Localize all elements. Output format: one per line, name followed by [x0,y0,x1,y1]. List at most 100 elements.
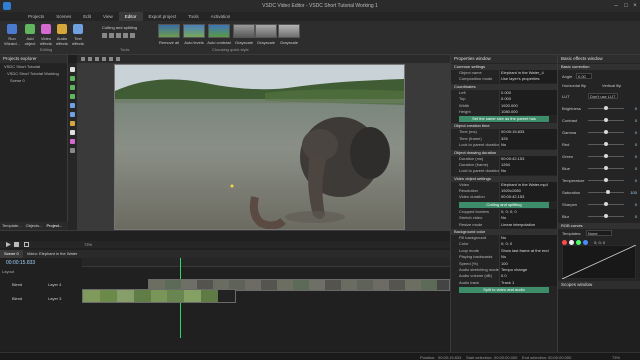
effect-slider-row[interactable]: Temperature 0 [558,174,640,186]
prop-lock-parent[interactable]: Lock to parent duration No [451,142,557,149]
canvas-zoom[interactable]: 73% [84,242,92,247]
minimize-icon[interactable]: – [612,2,620,10]
quick-style-grayscale-3[interactable] [278,24,300,38]
prop-value[interactable]: Track 1 [499,279,557,287]
effect-slider-value[interactable]: 0 [627,166,637,171]
tab-templates[interactable]: Template... [0,222,24,230]
stop-icon[interactable] [14,242,19,247]
effect-slider-value[interactable]: 0 [627,214,637,219]
tab-scene-0[interactable]: Scene 0 [0,250,23,258]
menu-activation[interactable]: Activation [205,12,237,21]
video-preview[interactable] [114,64,405,230]
set-same-size-button[interactable]: Set the same size as the parent has [459,116,549,123]
rgb-curve-graph[interactable] [562,245,636,279]
effect-slider-row[interactable]: Blur 0 [558,210,640,222]
prop-value[interactable]: Linear interpolation [499,221,557,229]
track-blend-mode[interactable]: Blend [12,282,22,287]
lut-select[interactable]: Don't use LUT [588,93,618,99]
vertical-flip-checkbox[interactable]: Vertical flip [602,83,621,88]
play-icon[interactable] [6,242,11,247]
text-tool-icon[interactable] [70,130,75,135]
quick-style-grayscale-2[interactable] [255,24,277,38]
effect-slider-value[interactable]: 100 [627,190,637,195]
prop-resize-mode[interactable]: Resize mode Linear interpolation [451,221,557,229]
quick-style-auto-contrast[interactable] [208,24,230,38]
cutting-splitting-label[interactable]: Cutting and splitting [102,25,137,30]
prop-value[interactable]: No [499,168,557,175]
prop-audio-track[interactable]: Audio track Track 1 [451,279,557,287]
video-clip-layer3[interactable] [82,289,236,303]
maximize-icon[interactable]: □ [622,2,630,10]
video-effects-button[interactable]: Video effects [40,24,52,46]
image-tool-icon[interactable] [70,103,75,108]
effect-slider-knob[interactable] [604,130,608,134]
tree-item-working[interactable]: VSDC Short Tutorial Working [0,70,67,77]
effect-slider-row[interactable]: Brightness 0 [558,102,640,114]
prop-lock-duration[interactable]: Lock to parent duration No [451,168,557,175]
effect-slider-knob[interactable] [605,190,610,194]
video-tool-icon[interactable] [70,112,75,117]
quick-style-remove-all[interactable] [158,24,180,38]
prop-value[interactable]: 1080.000 [499,108,557,116]
text-effects-button[interactable]: Text effects [72,24,84,46]
rotate-icon[interactable] [109,33,114,38]
effect-slider-row[interactable]: Blue 0 [558,162,640,174]
menu-editor[interactable]: Editor [118,12,143,21]
effect-slider-value[interactable]: 0 [627,106,637,111]
run-wizard-button[interactable]: Run Wizard... [4,24,20,46]
effect-slider-knob[interactable] [604,202,608,206]
prop-height[interactable]: Height 1080.000 [451,108,557,116]
rectangle-tool-icon[interactable] [70,85,75,90]
crop-icon[interactable] [102,33,107,38]
effect-slider-row[interactable]: Green 0 [558,150,640,162]
align-icon[interactable] [116,57,120,61]
menu-scenes[interactable]: Scenes [50,12,77,21]
effect-slider-value[interactable]: 0 [627,178,637,183]
effect-slider-value[interactable]: 0 [627,202,637,207]
quick-style-grayscale-1[interactable] [233,24,255,38]
audio-tool-icon[interactable] [70,121,75,126]
menu-view[interactable]: View [97,12,119,21]
effect-slider-value[interactable]: 0 [627,154,637,159]
effect-slider-value[interactable]: 0 [627,118,637,123]
add-object-button[interactable]: Add object [24,24,36,46]
prop-value[interactable]: 00:00:42.153 [499,194,557,201]
redo-icon[interactable] [88,57,92,61]
quick-style-auto-levels[interactable] [183,24,205,38]
menu-tools[interactable]: Tools [182,12,205,21]
prop-value[interactable]: No [499,142,557,149]
chart-tool-icon[interactable] [70,139,75,144]
track-blend-mode[interactable]: Blend [12,296,22,301]
effect-slider-knob[interactable] [604,142,608,146]
effect-slider-knob[interactable] [604,178,608,182]
prop-composition-mode[interactable]: Composition mode Use layer's properties [451,76,557,83]
horizontal-flip-checkbox[interactable]: Horizontal flip [562,83,586,88]
copy-icon[interactable] [102,57,106,61]
effect-slider-row[interactable]: Saturation 100 [558,186,640,198]
effect-slider-row[interactable]: Contrast 0 [558,114,640,126]
close-icon[interactable]: × [631,2,639,10]
track-header-layer3[interactable]: Blend Layer 3 [0,293,82,305]
prev-frame-icon[interactable] [24,242,29,247]
effect-slider-knob[interactable] [604,166,608,170]
effect-slider-value[interactable]: 0 [627,130,637,135]
sprite-tool-icon[interactable] [70,148,75,153]
ellipse-tool-icon[interactable] [70,94,75,99]
pointer-tool-icon[interactable] [70,67,75,72]
trim-icon[interactable] [123,33,128,38]
split-audio-button[interactable]: Split to video and audio [459,287,549,294]
effect-slider-row[interactable]: Gamma 0 [558,126,640,138]
menu-projects[interactable]: Projects [22,12,50,21]
shape-tool-icon[interactable] [70,76,75,81]
speed-icon[interactable] [130,33,135,38]
prop-value[interactable]: Use layer's properties [499,76,557,83]
flip-icon[interactable] [116,33,121,38]
time-ruler[interactable] [82,258,450,267]
tab-objects[interactable]: Objects... [24,222,45,230]
cut-icon[interactable] [95,57,99,61]
angle-input[interactable]: 0.00 [576,73,592,79]
tree-item-project[interactable]: VSDC Short Tutorial [0,63,67,70]
track-header-layer4[interactable]: Blend Layer 4 [0,279,82,291]
cutting-splitting-button[interactable]: Cutting and splitting [459,201,549,208]
effect-slider-value[interactable]: 0 [627,142,637,147]
